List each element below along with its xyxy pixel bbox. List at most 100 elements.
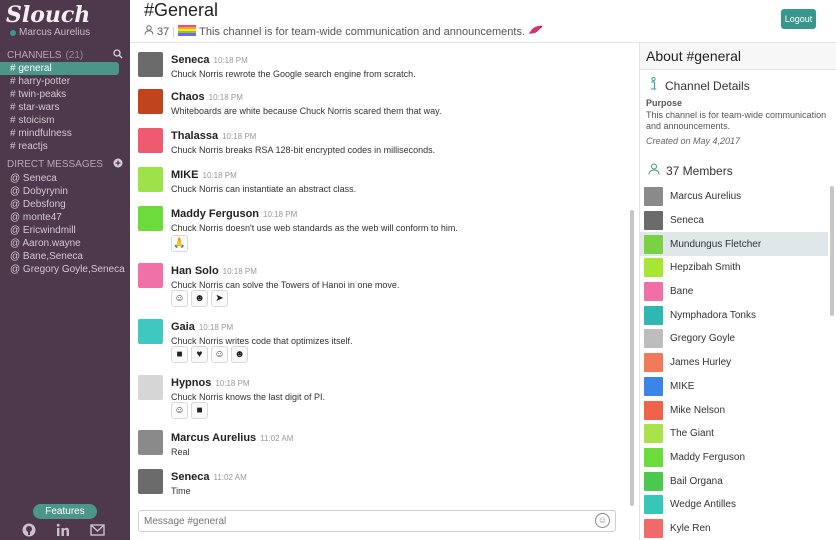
member-name: The Giant	[670, 428, 714, 440]
dm-item[interactable]: @ Bane,Seneca	[0, 250, 130, 263]
member-name: Bane	[670, 286, 694, 298]
dm-item[interactable]: @ Aaron.wayne	[0, 237, 130, 250]
online-status-icon	[10, 29, 16, 36]
message-author[interactable]: Chaos	[171, 91, 205, 103]
features-button[interactable]: Features	[33, 504, 97, 519]
avatar[interactable]	[138, 430, 163, 455]
member-item[interactable]: Marcus Aurelius	[640, 185, 828, 209]
dm-item[interactable]: @ Debsfong	[0, 198, 130, 211]
reaction-smile-icon[interactable]: ☺	[211, 346, 228, 363]
reaction-square-icon[interactable]: ■	[171, 346, 188, 363]
avatar	[644, 258, 663, 278]
avatar	[644, 376, 663, 396]
member-name: James Hurley	[670, 357, 732, 369]
sidebar-item-reactjs[interactable]: # reactjs	[0, 140, 130, 153]
avatar[interactable]	[138, 206, 163, 231]
message-author[interactable]: MIKE	[171, 169, 199, 181]
message-author[interactable]: Thalassa	[171, 130, 218, 142]
member-item[interactable]: Nymphadora Tonks	[640, 303, 828, 327]
reaction-square-icon[interactable]: ■	[191, 402, 208, 419]
dm-item[interactable]: @ Seneca	[0, 172, 130, 185]
member-item[interactable]: Maddy Ferguson	[640, 446, 828, 470]
member-item[interactable]: Mike Nelson	[640, 398, 828, 422]
message-author[interactable]: Marcus Aurelius	[171, 432, 256, 444]
message-time: 10:18 PM	[215, 379, 250, 388]
message-author[interactable]: Maddy Ferguson	[171, 208, 259, 220]
dm-item[interactable]: @ Gregory Goyle,Seneca	[0, 263, 130, 276]
avatar	[644, 400, 663, 420]
member-item[interactable]: Wedge Antilles	[640, 493, 828, 517]
message-text: Chuck Norris can instantiate an abstract…	[171, 184, 357, 194]
search-channels-icon[interactable]	[113, 49, 123, 62]
purpose-label: Purpose	[646, 98, 683, 108]
member-item[interactable]: MIKE	[640, 375, 828, 399]
message-time: 10:18 PM	[208, 93, 243, 102]
member-item[interactable]: Bail Organa	[640, 469, 828, 493]
logout-button[interactable]: Logout	[781, 9, 816, 29]
sidebar-item-stoicism[interactable]: # stoicism	[0, 114, 130, 127]
panel-title: About #general	[640, 43, 836, 70]
message-time: 10:18 PM	[213, 56, 248, 65]
avatar[interactable]	[138, 89, 163, 114]
member-item[interactable]: The Giant	[640, 422, 828, 446]
member-count[interactable]: 37	[157, 26, 169, 38]
app-logo[interactable]: Slouch	[6, 2, 90, 28]
avatar[interactable]	[138, 128, 163, 153]
linkedin-icon[interactable]	[56, 523, 70, 537]
message-scrollbar[interactable]	[630, 210, 634, 506]
member-name: Mundungus Fletcher	[670, 238, 762, 250]
sidebar-item-twin-peaks[interactable]: # twin-peaks	[0, 88, 130, 101]
dm-item[interactable]: @ Ericwindmill	[0, 224, 130, 237]
info-icon	[648, 76, 659, 94]
message-author[interactable]: Gaia	[171, 321, 195, 333]
message-author[interactable]: Han Solo	[171, 265, 219, 277]
reaction-heart-eyes-icon[interactable]: ♥	[191, 346, 208, 363]
dm-item[interactable]: @ monte47	[0, 211, 130, 224]
avatar[interactable]	[138, 263, 163, 288]
message-input[interactable]	[139, 511, 579, 531]
avatar[interactable]	[138, 469, 163, 494]
message-author[interactable]: Seneca	[171, 54, 210, 66]
github-icon[interactable]	[22, 523, 36, 537]
sidebar-item-general[interactable]: # general	[0, 62, 119, 75]
member-name: Marcus Aurelius	[670, 191, 742, 203]
members-header[interactable]: 37 Members	[648, 163, 733, 178]
channel-meta: 37 | This channel is for team-wide commu…	[144, 24, 544, 39]
member-item[interactable]: Hepzibah Smith	[640, 256, 828, 280]
message-text: Chuck Norris can solve the Towers of Han…	[171, 280, 400, 290]
message-author[interactable]: Hypnos	[171, 377, 211, 389]
message-text: Chuck Norris doesn't use web standards a…	[171, 223, 458, 233]
member-item[interactable]: James Hurley	[640, 351, 828, 375]
sidebar-item-star-wars[interactable]: # star-wars	[0, 101, 130, 114]
member-scrollbar[interactable]	[830, 186, 834, 316]
emoji-picker-icon[interactable]: ☺	[595, 513, 610, 528]
reaction-grin-icon[interactable]: ☻	[231, 346, 248, 363]
add-dm-icon[interactable]	[113, 158, 123, 171]
reaction-smile-icon[interactable]: ☺	[171, 290, 188, 307]
dm-item[interactable]: @ Dobyrynin	[0, 185, 130, 198]
reaction-smile-icon[interactable]: ☺	[171, 402, 188, 419]
sidebar-item-harry-potter[interactable]: # harry-potter	[0, 75, 130, 88]
channel-details-header[interactable]: Channel Details	[648, 76, 750, 94]
avatar	[644, 234, 663, 254]
member-name: Kyle Ren	[670, 522, 711, 534]
reaction-pray-icon[interactable]: 🙏	[171, 235, 188, 252]
reaction-rocket-icon[interactable]: ➤	[211, 290, 228, 307]
member-item[interactable]: Seneca	[640, 209, 828, 233]
avatar[interactable]	[138, 375, 163, 400]
avatar[interactable]	[138, 52, 163, 77]
member-item[interactable]: Kyle Ren	[640, 517, 828, 540]
member-name: Seneca	[670, 215, 704, 227]
avatar[interactable]	[138, 167, 163, 192]
mail-icon[interactable]	[90, 523, 105, 537]
avatar	[644, 282, 663, 302]
member-item[interactable]: Bane	[640, 280, 828, 304]
member-item[interactable]: Mundungus Fletcher	[640, 232, 828, 257]
channels-header: CHANNELS (21)	[7, 49, 123, 62]
sidebar-item-mindfulness[interactable]: # mindfulness	[0, 127, 130, 140]
reaction-grin-icon[interactable]: ☻	[191, 290, 208, 307]
message-author[interactable]: Seneca	[171, 471, 210, 483]
message-text: Chuck Norris knows the last digit of PI.	[171, 392, 326, 402]
avatar[interactable]	[138, 319, 163, 344]
member-item[interactable]: Gregory Goyle	[640, 327, 828, 351]
